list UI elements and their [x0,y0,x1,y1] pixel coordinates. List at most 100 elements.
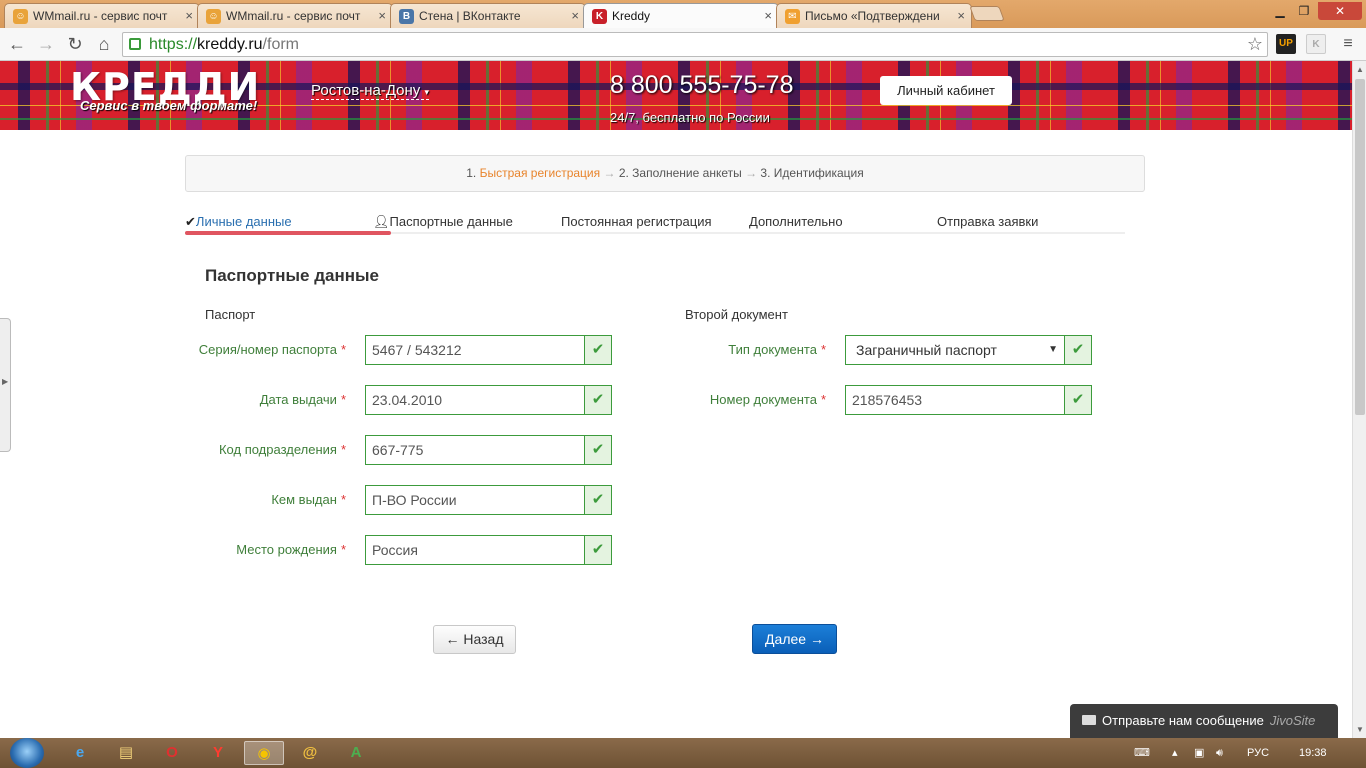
k-extension-icon[interactable]: K [1306,34,1326,54]
checkmark-icon: ✔ [584,385,612,415]
close-icon[interactable]: × [764,8,772,23]
scroll-up-icon[interactable]: ▲ [1353,63,1366,77]
minimize-icon[interactable]: ▁ [1268,2,1292,20]
up-extension-icon[interactable]: UP [1276,34,1296,54]
arrow-right-icon: → [603,166,616,180]
new-tab-button[interactable] [969,6,1005,21]
birth-place-label: Место рождения * [150,542,346,557]
internet-explorer-icon[interactable]: e [60,741,100,765]
mail-client-icon[interactable]: @ [290,741,330,765]
file-explorer-icon[interactable]: ▤ [106,741,146,765]
network-icon[interactable]: ▣ [1194,738,1204,768]
subtab-personal-data[interactable]: ✔Личные данные [185,214,292,230]
birth-place-input[interactable]: Россия [365,535,585,565]
close-window-icon[interactable]: ✕ [1318,2,1362,20]
city-name: Ростов-на-Дону [311,82,421,99]
wmmail-icon: ☺ [13,9,28,24]
chrome-icon[interactable]: ◉ [244,741,284,765]
browser-tab-kreddy[interactable]: K Kreddy × [583,3,779,28]
lock-icon [129,38,141,50]
document-type-label: Тип документа * [630,342,826,357]
clock[interactable]: 19:38 [1299,738,1327,768]
user-icon: 👤︎ [373,214,390,229]
document-type-value: Заграничный паспорт [856,342,997,358]
passport-number-input[interactable]: 5467 / 543212 [365,335,585,365]
close-icon[interactable]: × [378,8,386,23]
wmmail-icon: ☺ [206,9,221,24]
step-1-label: Быстрая регистрация [479,166,601,180]
menu-icon[interactable]: ≡ [1336,32,1360,56]
next-button[interactable]: Далее → [752,624,837,654]
browser-tab-label: Стена | ВКонтакте [419,9,521,23]
browser-tab-strip: ☺ WMmail.ru - сервис почт × ☺ WMmail.ru … [0,0,1366,28]
subtab-label: Личные данные [195,214,292,229]
language-indicator[interactable]: РУС [1247,738,1269,768]
phone-number: 8 800 555-75-78 [610,71,794,99]
division-code-label: Код подразделения * [150,442,346,457]
address-bar[interactable]: https://kreddy.ru/form ☆ [122,32,1268,57]
forward-arrow-icon[interactable]: → [34,32,58,56]
dropdown-arrow-icon: ▼ [1048,344,1058,355]
volume-icon[interactable]: 🔊︎ [1216,738,1223,768]
browser-tab-wmmail-1[interactable]: ☺ WMmail.ru - сервис почт × [4,3,200,28]
subtab-additional[interactable]: Дополнительно [749,214,843,229]
city-selector[interactable]: Ростов-на-Дону ▾ [311,82,429,100]
issued-by-input[interactable]: П-ВО России [365,485,585,515]
checkmark-icon: ✔ [584,435,612,465]
checkmark-icon: ✔ [1064,335,1092,365]
chat-widget[interactable]: Отправьте нам сообщение JivoSite [1070,704,1338,738]
passport-group-title: Паспорт [205,307,256,322]
back-button[interactable]: ← Назад [433,625,516,654]
reload-icon[interactable]: ↻ [63,32,87,56]
browser-tab-label: WMmail.ru - сервис почт [226,9,361,23]
browser-tab-label: Письмо «Подтверждени [805,9,940,23]
subtab-permanent-registration[interactable]: Постоянная регистрация [561,214,712,229]
back-arrow-icon[interactable]: ← [5,32,29,56]
issue-date-label: Дата выдачи * [150,392,346,407]
scroll-thumb[interactable] [1355,79,1365,415]
app-icon[interactable]: A [336,741,376,765]
issue-date-input[interactable]: 23.04.2010 [365,385,585,415]
vk-icon: B [399,9,414,24]
page-scrollbar[interactable]: ▲ ▼ [1352,61,1366,738]
bookmark-star-icon[interactable]: ☆ [1247,33,1263,56]
browser-tab-wmmail-2[interactable]: ☺ WMmail.ru - сервис почт × [197,3,393,28]
document-type-select[interactable]: Заграничный паспорт ▼ [845,335,1065,365]
browser-tab-vk[interactable]: B Стена | ВКонтакте × [390,3,586,28]
close-icon[interactable]: × [957,8,965,23]
mail-icon: ✉ [785,9,800,24]
field-label-text: Кем выдан [271,492,337,507]
form-progress-bar [185,231,391,235]
scroll-down-icon[interactable]: ▼ [1353,723,1366,737]
subtab-label: Постоянная регистрация [561,214,712,229]
personal-cabinet-button[interactable]: Личный кабинет [880,76,1012,105]
tray-arrow-icon[interactable]: ▴ [1172,738,1178,768]
document-number-input[interactable]: 218576453 [845,385,1065,415]
browser-tab-mail[interactable]: ✉ Письмо «Подтверждени × [776,3,972,28]
browser-tab-label: WMmail.ru - сервис почт [33,9,168,23]
side-panel-handle[interactable]: ▶ [0,318,11,452]
close-icon[interactable]: × [185,8,193,23]
yandex-browser-icon[interactable]: Y [198,741,238,765]
opera-icon[interactable]: O [152,741,192,765]
required-mark: * [820,392,826,407]
restore-icon[interactable]: ❐ [1292,2,1316,20]
required-mark: * [340,342,346,357]
step-1-number: 1. [466,166,477,180]
home-icon[interactable]: ⌂ [92,32,116,56]
arrow-right-icon: → [745,166,758,180]
keyboard-icon[interactable]: ⌨ [1134,738,1150,768]
close-icon[interactable]: × [571,8,579,23]
envelope-icon [1082,715,1096,725]
field-label-text: Серия/номер паспорта [198,342,337,357]
form-title: Паспортные данные [205,266,379,285]
subtab-submit-application[interactable]: Отправка заявки [937,214,1038,229]
chat-widget-brand: JivoSite [1269,713,1316,728]
field-label-text: Тип документа [728,342,817,357]
windows-start-icon[interactable] [10,738,44,768]
second-document-group-title: Второй документ [685,307,788,322]
division-code-input[interactable]: 667-775 [365,435,585,465]
field-label-text: Код подразделения [218,442,337,457]
subtab-passport-data[interactable]: 👤︎Паспортные данные [373,214,513,230]
checkmark-icon: ✔ [1064,385,1092,415]
